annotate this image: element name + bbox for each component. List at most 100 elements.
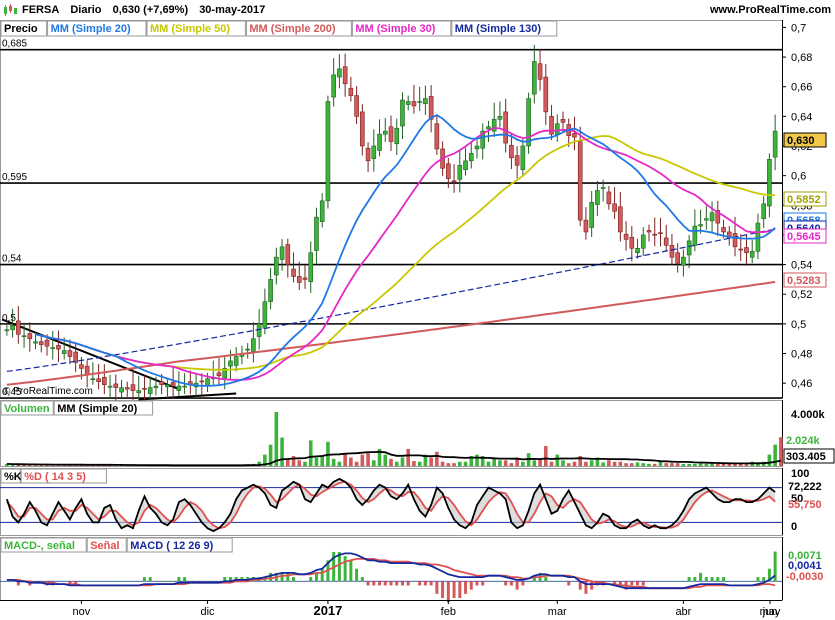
price-badge: 0,5283	[783, 272, 827, 288]
macd-hist-bar	[687, 577, 691, 582]
volume-bar	[308, 440, 313, 466]
volume-bar	[521, 461, 525, 466]
price-panel-frame	[0, 20, 783, 399]
legend-item: Precio	[4, 23, 38, 35]
candle-body	[251, 338, 256, 352]
macd-hist-bar	[515, 581, 519, 590]
candle-body	[50, 347, 56, 349]
candle-body	[612, 203, 617, 212]
macd-hist-bar	[475, 581, 479, 586]
candle-body	[640, 234, 646, 249]
volume-bar	[440, 461, 445, 466]
macd-hist-bar	[441, 581, 445, 598]
macd-hist-bar	[177, 577, 181, 582]
candle-body	[33, 341, 38, 344]
candle-body	[721, 227, 726, 233]
macd-hist-bar	[303, 581, 307, 582]
volume-bar	[383, 454, 388, 466]
legend-item: %K	[4, 471, 22, 483]
volume-bar	[641, 463, 646, 466]
candle-body	[67, 350, 73, 357]
macd-hist-bar	[200, 581, 204, 582]
macd-hist-bar	[555, 581, 559, 582]
macd-hist-bar	[85, 581, 89, 582]
macd-hist-bar	[406, 581, 410, 586]
volume-bar	[274, 411, 279, 466]
macd-hist-bar	[750, 581, 754, 582]
macd-hist-bar	[412, 581, 416, 582]
level-label: 0,685	[2, 39, 27, 50]
x-tick-label: dic	[201, 606, 216, 618]
macd-hist-bar	[314, 572, 318, 582]
candle-body	[10, 325, 15, 331]
macd-legend: MACD-, señal Señal MACD ( 12 26 9)	[0, 537, 233, 553]
candle-body	[669, 245, 675, 258]
macd-hist-bar	[492, 581, 496, 582]
legend-item: %D ( 14 3 5)	[24, 471, 86, 483]
candle-body	[772, 130, 778, 158]
macd-hist-bar	[727, 581, 731, 582]
macd-hist-bar	[206, 581, 210, 582]
macd-hist-bar	[722, 577, 726, 582]
candle-body	[749, 250, 755, 258]
candle-body	[216, 372, 222, 377]
macd-hist-bar	[171, 581, 175, 582]
candle-body	[27, 333, 33, 340]
macd-hist-bar	[56, 581, 60, 582]
stoch-badge: 72,222	[788, 481, 822, 493]
macd-hist-bar	[355, 568, 359, 582]
volume-bar	[297, 460, 302, 466]
volume-bar	[607, 460, 611, 466]
macd-hist-bar	[699, 572, 703, 582]
candle-body	[692, 225, 698, 246]
candle-body	[325, 101, 331, 202]
candle-body	[572, 133, 577, 138]
volume-bar	[675, 463, 680, 466]
candle-body	[509, 144, 514, 159]
macd-hist-bar	[670, 581, 674, 582]
candle-body	[732, 233, 738, 248]
macd-hist-bar	[39, 581, 43, 582]
volume-bar	[584, 461, 588, 466]
volume-bar	[354, 461, 359, 466]
y-tick-label: 4.000k	[791, 409, 826, 421]
candle-body	[463, 160, 468, 171]
volume-bar	[716, 463, 720, 466]
y-tick-label: 0,7	[791, 22, 806, 34]
volume-bar	[549, 461, 554, 466]
candle-body	[153, 385, 159, 388]
volume-bar	[618, 461, 623, 466]
candle-body	[342, 66, 348, 85]
macd-hist-bar	[452, 581, 456, 598]
candle-body	[532, 61, 537, 95]
macd-hist-bar	[108, 581, 112, 582]
candle-body	[21, 335, 27, 338]
macd-hist-bar	[297, 581, 301, 582]
candle-body	[170, 382, 176, 387]
macd-hist-bar	[756, 577, 760, 582]
macd-hist-bar	[309, 577, 313, 582]
candle-body	[652, 233, 658, 236]
volume-bar	[320, 456, 324, 466]
candle-body	[681, 256, 686, 266]
volume-bar	[389, 458, 393, 466]
chart-canvas[interactable]: 0,6850,5950,540,50,450,70,680,660,640,62…	[0, 0, 835, 620]
legend-item: MM (Simple 50)	[150, 23, 230, 35]
macd-hist-bar	[481, 581, 485, 586]
macd-hist-bar	[320, 568, 324, 582]
candle-body	[503, 111, 508, 144]
candle-body	[142, 388, 147, 390]
macd-hist-bar	[716, 577, 720, 582]
candle-body	[423, 98, 428, 105]
macd-hist-bar	[280, 572, 284, 582]
volume-bar	[406, 448, 410, 466]
candle-body	[365, 147, 371, 162]
candle-body	[744, 247, 749, 254]
macd-hist-bar	[418, 581, 422, 586]
volume-bar	[475, 454, 479, 466]
price-legend: Precio MM (Simple 20) MM (Simple 50) MM (Si…	[0, 20, 558, 37]
stochastic-panel-frame	[0, 468, 783, 536]
candle-body	[698, 224, 703, 227]
macd-hist-bar	[183, 577, 187, 582]
macd-hist-bar	[188, 581, 192, 582]
